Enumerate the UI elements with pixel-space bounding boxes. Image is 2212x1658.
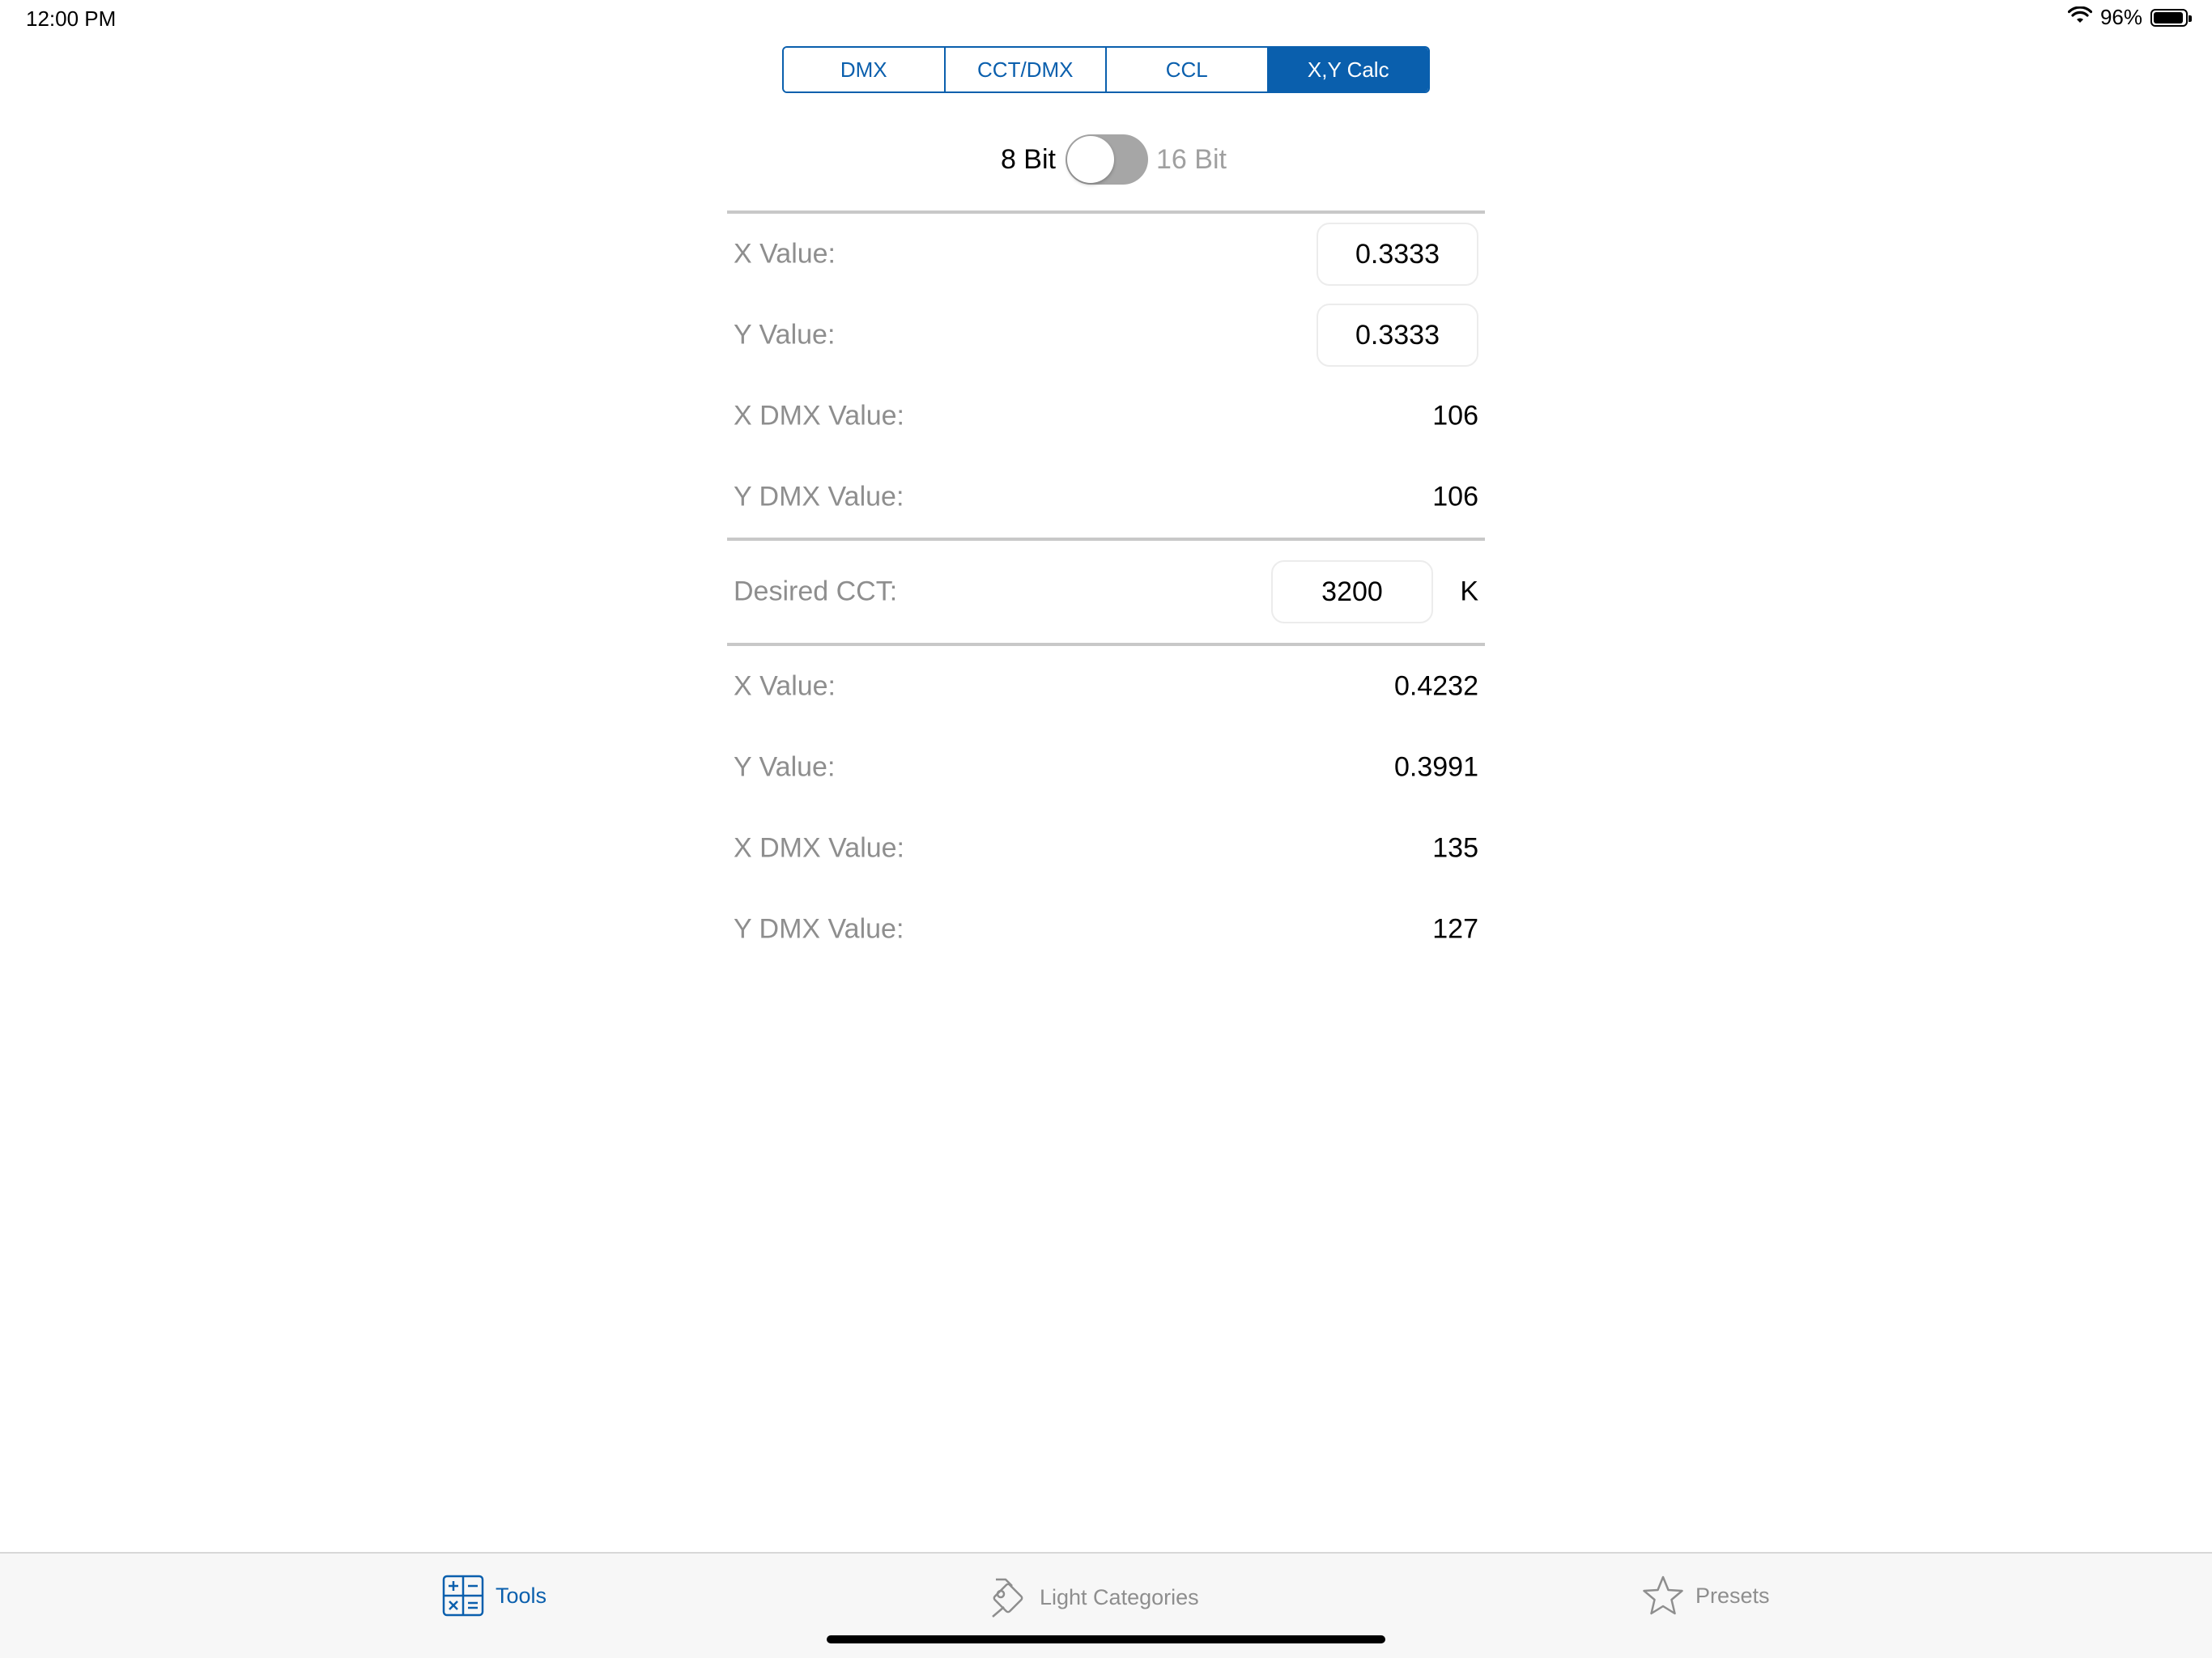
bit-depth-toggle-group: 8 Bit 16 Bit (0, 134, 2212, 186)
result-x-dmx-value: 135 (1432, 832, 1478, 864)
x-dmx-label: X DMX Value: (734, 400, 905, 432)
result-x-dmx-label: X DMX Value: (734, 832, 905, 864)
home-indicator (827, 1635, 1385, 1643)
y-dmx-value: 106 (1432, 481, 1478, 512)
bit-depth-switch[interactable] (1066, 134, 1148, 185)
tab-light-categories-label: Light Categories (1040, 1584, 1199, 1609)
result-x-value-label: X Value: (734, 670, 836, 702)
y-value-label: Y Value: (734, 319, 836, 351)
segment-xy-calc[interactable]: X,Y Calc (1268, 48, 1428, 91)
x-dmx-value: 106 (1432, 400, 1478, 432)
y-value-input[interactable] (1317, 304, 1478, 367)
8-bit-label: 8 Bit (1000, 144, 1056, 175)
x-value-input[interactable] (1317, 223, 1478, 286)
tab-presets[interactable]: Presets (1642, 1575, 1770, 1617)
segment-cct-dmx[interactable]: CCT/DMX (945, 48, 1107, 91)
desired-cct-row: Desired CCT: K (727, 541, 1485, 643)
cct-unit-label: K (1460, 576, 1478, 607)
xy-calc-form: X Value: Y Value: X DMX Value: 106 Y DMX… (727, 210, 1485, 970)
y-dmx-label: Y DMX Value: (734, 481, 904, 512)
tab-light-categories[interactable]: Light Categories (989, 1575, 1199, 1620)
result-y-value-label: Y Value: (734, 751, 836, 783)
segment-ccl[interactable]: CCL (1107, 48, 1269, 91)
result-y-dmx-row: Y DMX Value: 127 (727, 889, 1485, 970)
result-x-value: 0.4232 (1394, 670, 1478, 702)
result-y-value-row: Y Value: 0.3991 (727, 727, 1485, 808)
result-y-dmx-value: 127 (1432, 913, 1478, 945)
wifi-icon (2067, 5, 2093, 30)
x-value-label: X Value: (734, 238, 836, 270)
input-x-dmx-row: X DMX Value: 106 (727, 376, 1485, 457)
input-x-value-row: X Value: (727, 214, 1485, 295)
switch-knob (1067, 136, 1114, 183)
result-x-dmx-row: X DMX Value: 135 (727, 808, 1485, 889)
battery-percent: 96% (2099, 5, 2142, 29)
result-x-value-row: X Value: 0.4232 (727, 646, 1485, 727)
16-bit-label: 16 Bit (1156, 144, 1227, 175)
status-indicators: 96% (2067, 5, 2192, 30)
desired-cct-label: Desired CCT: (734, 576, 898, 607)
status-time: 12:00 PM (26, 6, 117, 31)
input-y-value-row: Y Value: (727, 295, 1485, 376)
star-icon (1642, 1575, 1684, 1617)
tab-presets-label: Presets (1695, 1583, 1770, 1608)
tab-tools-label: Tools (496, 1583, 547, 1608)
calculator-icon (442, 1575, 484, 1617)
result-y-dmx-label: Y DMX Value: (734, 913, 904, 945)
battery-icon (2150, 8, 2192, 27)
desired-cct-input[interactable] (1271, 560, 1433, 623)
mode-segmented-control: DMX CCT/DMX CCL X,Y Calc (782, 46, 1430, 93)
result-y-value: 0.3991 (1394, 751, 1478, 783)
status-bar: 12:00 PM 96% (0, 0, 2212, 36)
segment-dmx[interactable]: DMX (784, 48, 946, 91)
light-fixture-icon (989, 1575, 1028, 1620)
input-y-dmx-row: Y DMX Value: 106 (727, 457, 1485, 538)
tab-tools[interactable]: Tools (442, 1575, 547, 1617)
